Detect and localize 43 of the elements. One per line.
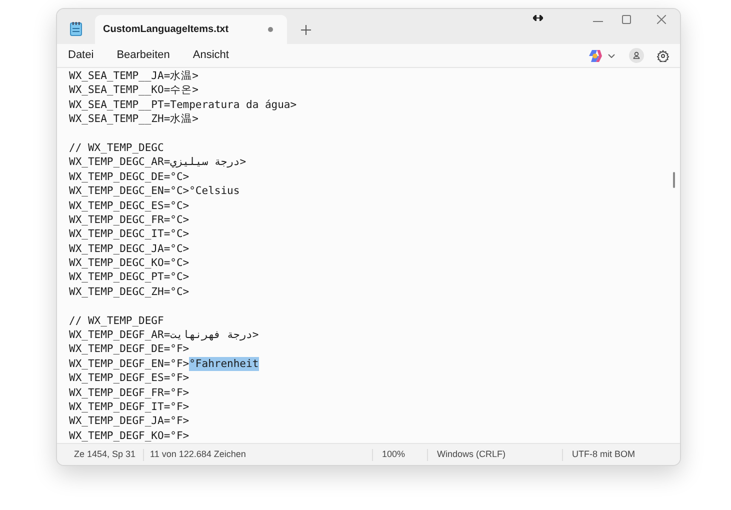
code-line: WX_TEMP_DEGC_ES=°C> <box>69 198 190 213</box>
document-tab[interactable]: CustomLanguageItems.txt <box>95 15 287 44</box>
code-line: WX_SEA_TEMP__PT=Temperatura da água> <box>69 98 297 112</box>
line-endings[interactable]: Windows (CRLF) <box>428 448 562 462</box>
code-line: WX_TEMP_DEGC_EN=°C>°Celsius <box>69 184 240 199</box>
menu-item[interactable]: Bearbeiten <box>116 47 170 64</box>
resize-arrows-icon <box>533 15 543 21</box>
code-line: WX_TEMP_DEGF_IT=°F> <box>69 400 190 414</box>
code-line: WX_TEMP_DEGF_DE=°F> <box>69 342 190 357</box>
code-line: WX_TEMP_DEGC_JA=°C> <box>69 242 190 256</box>
account-icon[interactable] <box>629 48 644 63</box>
selected-text: °Fahrenheit <box>189 356 259 372</box>
code-line: WX_SEA_TEMP__KO=수온> <box>69 83 198 98</box>
code-line: WX_TEMP_DEGF_ES=°F> <box>69 371 190 386</box>
code-line: WX_TEMP_DEGC_PT=°C> <box>69 270 190 285</box>
maximize-icon[interactable] <box>622 15 631 24</box>
code-line: WX_TEMP_DEGC_AR=درجة سيليزي> <box>69 155 246 170</box>
code-line: WX_TEMP_DEGC_DE=°C> <box>69 170 190 184</box>
code-line: WX_TEMP_DEGC_KO=°C> <box>69 256 190 270</box>
code-line: WX_TEMP_DEGF_EN=°F> <box>69 356 190 372</box>
notepad-icon <box>70 22 82 36</box>
menu-item[interactable]: Datei <box>68 47 94 64</box>
code-line: WX_TEMP_DEGF_KO=°F> <box>69 428 190 443</box>
close-icon[interactable] <box>657 15 666 24</box>
encoding[interactable]: UTF-8 mit BOM <box>563 448 635 462</box>
code-line: // WX_TEMP_DEGC <box>69 140 164 156</box>
code-line: WX_TEMP_DEGC_ZH=°C> <box>69 284 190 300</box>
code-line: WX_TEMP_DEGF_JA=°F> <box>69 414 190 429</box>
cursor-position: Ze 1454, Sp 31 <box>73 448 137 461</box>
menu-item[interactable]: Ansicht <box>192 47 229 64</box>
chevron-down-icon[interactable] <box>608 54 615 58</box>
code-line: WX_TEMP_DEGF_AR=درجة فهرنهايت> <box>69 328 259 342</box>
settings-icon[interactable] <box>657 50 669 62</box>
code-line: WX_TEMP_DEGC_FR=°C> <box>69 212 190 228</box>
scroll-thumb[interactable] <box>673 172 675 188</box>
code-line: WX_TEMP_DEGF_FR=°F> <box>69 386 190 400</box>
selection-count: 11 von 122.684 Zeichen <box>149 448 247 461</box>
zoom-level[interactable]: 100% <box>373 448 427 462</box>
code-line: WX_SEA_TEMP__JA=水温> <box>69 69 198 84</box>
plus-icon[interactable] <box>301 25 311 35</box>
code-line: WX_SEA_TEMP__ZH=水温> <box>69 112 198 127</box>
code-line: // WX_TEMP_DEGF <box>69 314 164 328</box>
code-line: WX_TEMP_DEGC_IT=°C> <box>69 227 190 242</box>
